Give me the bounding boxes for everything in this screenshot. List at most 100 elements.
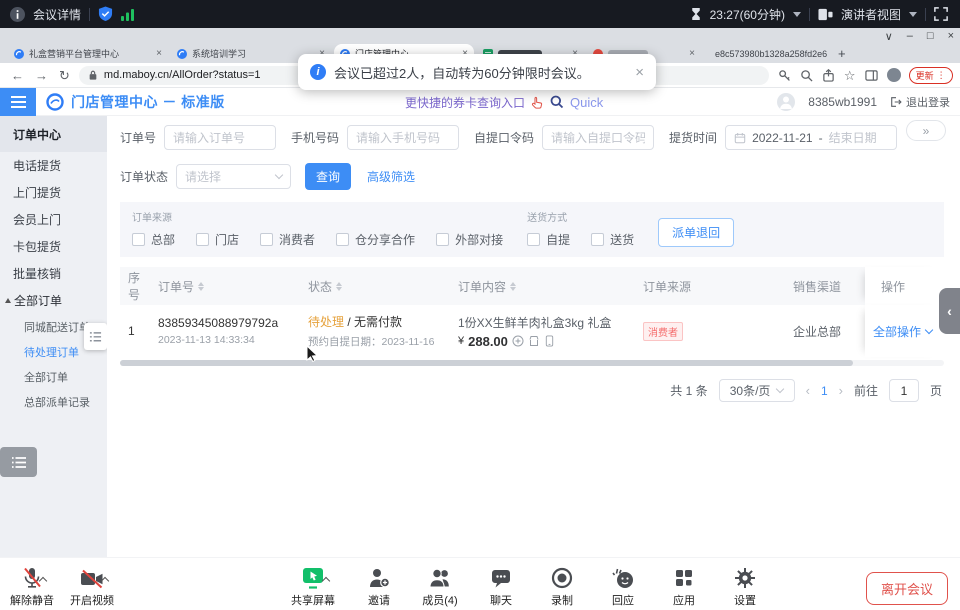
phone-input[interactable] <box>347 125 459 150</box>
timer-caret-icon[interactable] <box>793 12 801 17</box>
fullscreen-icon[interactable] <box>934 7 948 21</box>
quick-label[interactable]: Quick <box>570 95 603 110</box>
invite-button[interactable]: 邀请 <box>353 565 405 608</box>
checkbox[interactable] <box>591 233 604 246</box>
pickup-code-input[interactable] <box>542 125 654 150</box>
order-time: 2023-11-13 14:33:34 <box>158 334 300 346</box>
goto-page-input[interactable] <box>889 379 919 402</box>
scrollbar-thumb[interactable] <box>120 360 853 366</box>
zoom-icon[interactable] <box>800 69 813 82</box>
password-key-icon[interactable] <box>778 69 791 82</box>
meeting-panel-handle[interactable]: ‹ <box>939 288 960 334</box>
goto-label: 前往 <box>854 382 878 399</box>
browser-menu-caret[interactable]: ∨ <box>885 30 893 43</box>
checkbox[interactable] <box>132 233 145 246</box>
dispatch-return-button[interactable]: 派单退回 <box>658 218 734 247</box>
horizontal-scrollbar[interactable] <box>120 360 944 366</box>
sidebar-item-batch-verify[interactable]: 批量核销 <box>0 260 107 287</box>
browser-profile-avatar[interactable] <box>887 68 901 82</box>
new-tab-button[interactable]: + <box>838 46 846 61</box>
currency-symbol: ¥ <box>458 335 464 347</box>
reactions-button[interactable]: 回应 <box>597 565 649 608</box>
window-close-button[interactable]: × <box>948 30 954 43</box>
reload-button[interactable]: ↻ <box>59 69 70 82</box>
col-order-no[interactable]: 订单号 <box>150 278 300 295</box>
checkbox-option-self-pickup[interactable]: 自提 <box>527 231 570 248</box>
menu-toggle-button[interactable] <box>0 88 36 116</box>
browser-update-button[interactable]: 更新 ⋮ <box>909 67 953 84</box>
collapse-filters-button[interactable]: » <box>906 120 946 141</box>
sidebar-subitem-all-orders[interactable]: 全部订单 <box>0 364 107 389</box>
advanced-filter-link[interactable]: 高级筛选 <box>367 168 415 185</box>
checkbox-option-warehouse-share[interactable]: 仓分享合作 <box>336 231 415 248</box>
order-no-input[interactable] <box>164 125 276 150</box>
col-label: 状态 <box>308 278 332 295</box>
checkbox-option-store[interactable]: 门店 <box>196 231 239 248</box>
col-status[interactable]: 状态 <box>300 278 450 295</box>
share-screen-button[interactable]: 共享屏幕 <box>282 565 344 608</box>
checkbox-option-hq[interactable]: 总部 <box>132 231 175 248</box>
page-size-select[interactable]: 30条/页 <box>719 379 795 402</box>
sort-icon[interactable] <box>198 282 204 291</box>
forward-button[interactable]: → <box>35 69 48 82</box>
side-panel-icon[interactable] <box>865 69 878 82</box>
members-button[interactable]: 成员(4) <box>414 565 466 608</box>
checkbox-option-consumer[interactable]: 消费者 <box>260 231 315 248</box>
bookmark-star-icon[interactable]: ☆ <box>844 69 856 82</box>
unmute-button[interactable]: 解除静音 <box>6 565 58 608</box>
current-page[interactable]: 1 <box>821 384 828 398</box>
meeting-list-float-button[interactable] <box>0 447 37 477</box>
view-caret-icon[interactable] <box>909 12 917 17</box>
checkbox-option-delivery[interactable]: 送货 <box>591 231 634 248</box>
meeting-details-label[interactable]: 会议详情 <box>33 6 81 23</box>
sidebar-item-card-pickup[interactable]: 卡包提货 <box>0 233 107 260</box>
checkbox[interactable] <box>196 233 209 246</box>
window-maximize-button[interactable]: □ <box>927 30 934 43</box>
sidebar-item-phone-pickup[interactable]: 电话提货 <box>0 152 107 179</box>
date-range-input[interactable]: 2022-11-21 - 结束日期 <box>725 125 897 150</box>
option-label: 外部对接 <box>455 231 503 248</box>
sidebar-item-member-visit[interactable]: 会员上门 <box>0 206 107 233</box>
view-mode-label[interactable]: 演讲者视图 <box>841 6 901 23</box>
sidebar-subitem-hq-dispatch-log[interactable]: 总部派单记录 <box>0 389 107 414</box>
all-actions-dropdown[interactable]: 全部操作 <box>865 323 932 340</box>
sidebar-group-all-orders[interactable]: 全部订单 <box>0 287 107 314</box>
sort-icon[interactable] <box>336 282 342 291</box>
browser-tab-1[interactable]: 礼盒营销平台管理中心 × <box>8 44 168 63</box>
username[interactable]: 8385wb1991 <box>808 95 877 109</box>
logout-button[interactable]: 退出登录 <box>890 94 950 110</box>
tab-close-icon[interactable]: × <box>689 48 695 59</box>
user-avatar[interactable] <box>777 93 795 111</box>
browser-tab-6[interactable]: e8c573980b1328a258fd2e6 × <box>704 44 831 63</box>
quick-search-icon[interactable] <box>550 95 564 109</box>
coupon-query-link[interactable]: 更快捷的券卡查询入口 <box>405 94 525 111</box>
main-content: » 订单号 手机号码 自提口令码 提货时间 2022-11-21 - 结束日期 … <box>107 116 960 557</box>
settings-button[interactable]: 设置 <box>719 565 771 608</box>
order-status-select[interactable]: 请选择 <box>176 164 291 189</box>
shield-check-icon[interactable] <box>98 6 113 22</box>
network-signal-icon[interactable] <box>121 8 135 21</box>
checkbox-option-external[interactable]: 外部对接 <box>436 231 503 248</box>
checkbox[interactable] <box>436 233 449 246</box>
tab-close-icon[interactable]: × <box>156 48 162 59</box>
toast-close-icon[interactable]: × <box>635 64 644 81</box>
chat-button[interactable]: 聊天 <box>475 565 527 608</box>
leave-meeting-button[interactable]: 离开会议 <box>866 572 948 605</box>
record-button[interactable]: 录制 <box>536 565 588 608</box>
meeting-dock-handle[interactable] <box>84 323 107 350</box>
sidebar-item-door-pickup[interactable]: 上门提货 <box>0 179 107 206</box>
col-content[interactable]: 订单内容 <box>450 278 635 295</box>
share-icon[interactable] <box>822 69 835 82</box>
window-minimize-button[interactable]: – <box>907 30 913 43</box>
sort-icon[interactable] <box>510 282 516 291</box>
back-button[interactable]: ← <box>11 69 24 82</box>
apps-button[interactable]: 应用 <box>658 565 710 608</box>
next-page-button[interactable]: › <box>839 383 843 398</box>
prev-page-button[interactable]: ‹ <box>806 383 810 398</box>
checkbox[interactable] <box>260 233 273 246</box>
option-label: 门店 <box>215 231 239 248</box>
checkbox[interactable] <box>527 233 540 246</box>
search-button[interactable]: 查询 <box>305 163 351 190</box>
start-video-button[interactable]: 开启视频 <box>66 565 118 608</box>
checkbox[interactable] <box>336 233 349 246</box>
